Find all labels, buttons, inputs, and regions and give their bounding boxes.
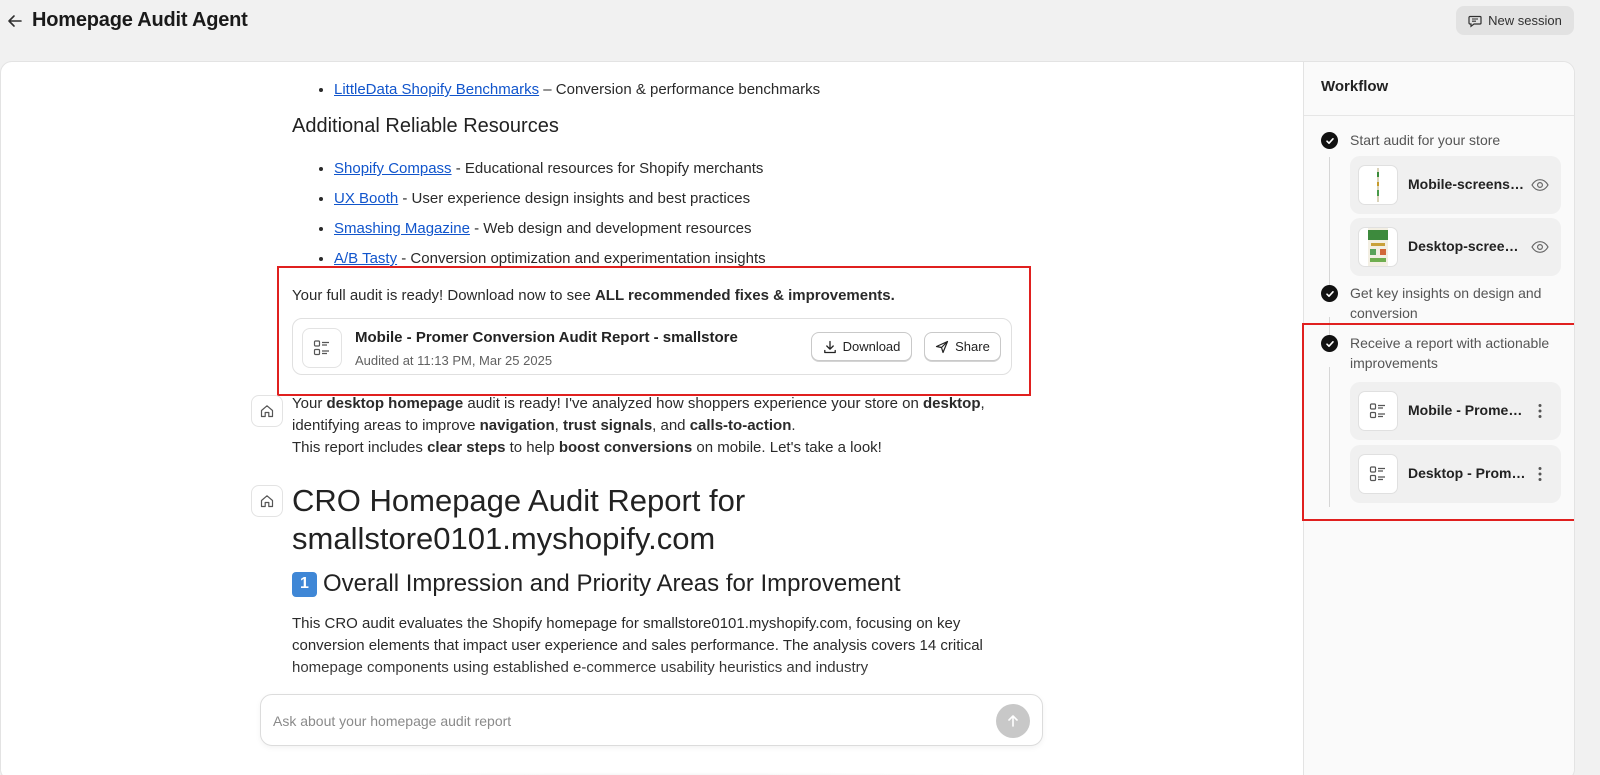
chat-area[interactable]: LittleData Shopify Benchmarks – Conversi…: [1, 62, 1303, 775]
assistant-message: Your desktop homepage audit is ready! I'…: [292, 393, 1012, 459]
workflow-panel: Workflow Start audit for your store Mobi…: [1302, 62, 1574, 775]
download-button[interactable]: Download: [811, 332, 912, 361]
resource-link[interactable]: A/B Tasty: [334, 250, 397, 267]
message-line: identifying areas to improve navigation,…: [292, 417, 796, 434]
audit-ready-text: Your full audit is ready! Download now t…: [292, 287, 895, 304]
step-check-icon: [1321, 335, 1338, 352]
send-button[interactable]: [996, 704, 1030, 738]
step-label: Get key insights on design and conversio…: [1350, 285, 1542, 321]
eye-icon[interactable]: [1530, 176, 1550, 194]
chat-input[interactable]: [273, 709, 963, 733]
home-icon: [260, 405, 274, 418]
back-arrow-icon[interactable]: [6, 12, 24, 30]
step-check-icon: [1321, 132, 1338, 149]
file-name: Desktop - Promer Conversion Audit Report: [1408, 465, 1526, 481]
resource-link[interactable]: Smashing Magazine: [334, 220, 470, 237]
assistant-avatar: [251, 485, 283, 517]
file-name: Desktop-screenshot: [1408, 238, 1526, 254]
list-item: Shopify Compass - Educational resources …: [334, 154, 1012, 184]
home-icon: [260, 495, 274, 508]
mobile-screenshot-thumbnail: [1358, 165, 1398, 205]
eye-icon[interactable]: [1530, 238, 1550, 256]
report-doc-icon: [1358, 454, 1398, 494]
resources-list: Shopify Compass - Educational resources …: [292, 154, 1012, 274]
arrow-up-icon: [1008, 715, 1018, 727]
list-item: UX Booth - User experience design insigh…: [334, 184, 1012, 214]
section-heading: 1 Overall Impression and Priority Areas …: [292, 570, 901, 598]
step-label: Start audit for your store: [1350, 132, 1501, 148]
workflow-title: Workflow: [1304, 62, 1574, 116]
share-button[interactable]: Share: [924, 332, 1001, 361]
report-title: Mobile - Promer Conversion Audit Report …: [355, 329, 738, 346]
number-badge: 1: [292, 571, 317, 597]
file-name: Mobile-screenshot: [1408, 176, 1526, 192]
more-vertical-icon[interactable]: [1530, 402, 1550, 420]
download-icon: [823, 340, 836, 353]
list-item: Smashing Magazine - Web design and devel…: [334, 214, 1012, 244]
file-name: Mobile - Promer Conversion Audit Report: [1408, 402, 1526, 418]
screenshot-file-card[interactable]: Desktop-screenshot: [1350, 218, 1561, 276]
report-doc-icon: [302, 328, 342, 368]
resource-link[interactable]: LittleData Shopify Benchmarks: [334, 81, 539, 98]
report-file-card[interactable]: Desktop - Promer Conversion Audit Report: [1350, 445, 1561, 503]
desktop-screenshot-thumbnail: [1358, 227, 1398, 267]
main-panel: LittleData Shopify Benchmarks – Conversi…: [0, 61, 1575, 775]
top-bar: Homepage Audit Agent New session: [0, 0, 1600, 44]
chat-bubble-icon: [1468, 15, 1482, 28]
report-timestamp: Audited at 11:13 PM, Mar 25 2025: [355, 353, 553, 368]
benchmarks-list: LittleData Shopify Benchmarks – Conversi…: [292, 75, 1012, 105]
message-line: This report includes clear steps to help…: [292, 439, 882, 456]
more-vertical-icon[interactable]: [1530, 465, 1550, 483]
list-item: LittleData Shopify Benchmarks – Conversi…: [334, 75, 1012, 105]
step-connector: [1329, 157, 1330, 297]
new-session-label: New session: [1488, 13, 1562, 28]
new-session-button[interactable]: New session: [1456, 6, 1574, 35]
report-card[interactable]: Mobile - Promer Conversion Audit Report …: [292, 318, 1012, 375]
screenshot-file-card[interactable]: Mobile-screenshot: [1350, 156, 1561, 214]
resource-link[interactable]: Shopify Compass: [334, 160, 452, 177]
step-check-icon: [1321, 285, 1338, 302]
message-line: Your desktop homepage audit is ready! I'…: [292, 395, 985, 412]
send-icon: [936, 340, 949, 353]
assistant-avatar: [251, 395, 283, 427]
page-title: Homepage Audit Agent: [32, 9, 248, 31]
resource-link[interactable]: UX Booth: [334, 190, 398, 207]
report-heading: CRO Homepage Audit Report for smallstore…: [292, 483, 746, 556]
report-doc-icon: [1358, 391, 1398, 431]
chat-input-box[interactable]: [260, 694, 1043, 746]
report-file-card[interactable]: Mobile - Promer Conversion Audit Report: [1350, 382, 1561, 440]
step-label: Receive a report with actionable improve…: [1350, 335, 1550, 371]
resources-heading: Additional Reliable Resources: [292, 115, 559, 137]
